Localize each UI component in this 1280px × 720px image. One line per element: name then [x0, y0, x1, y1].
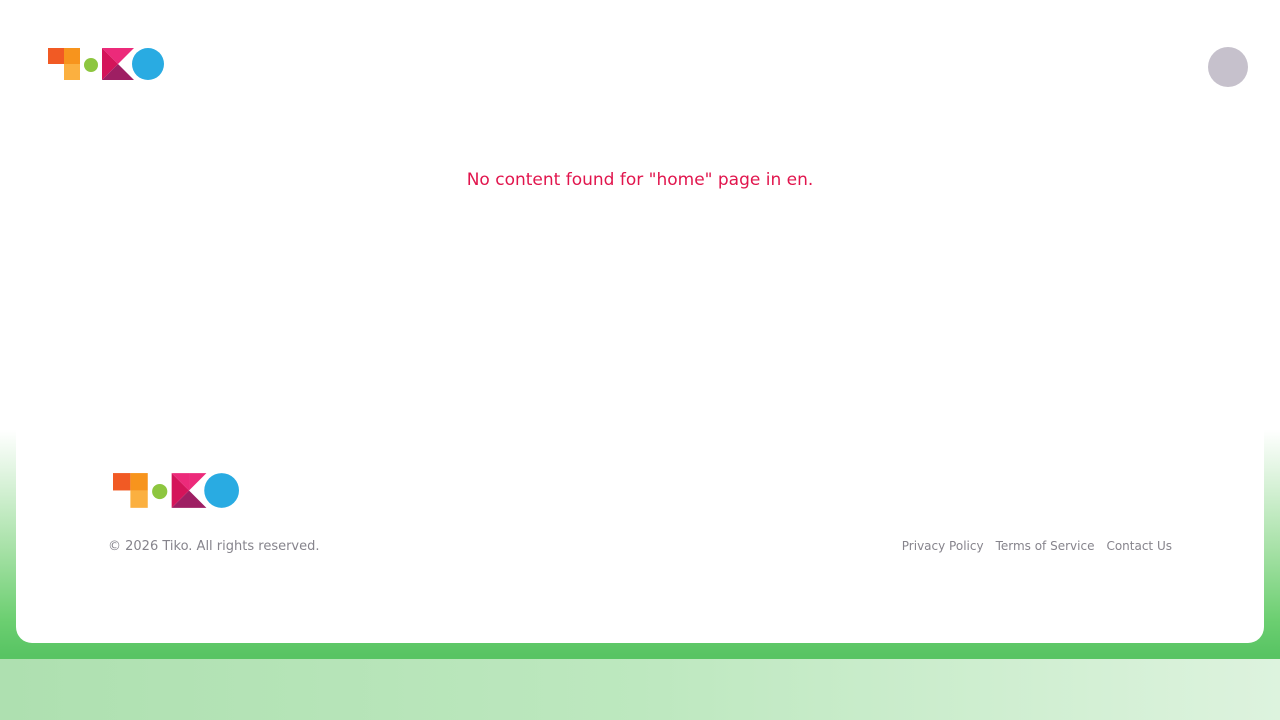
header-logo[interactable]: [48, 48, 164, 81]
privacy-policy-link[interactable]: Privacy Policy: [902, 538, 984, 554]
tiko-logo-icon: [48, 48, 164, 80]
copyright-text: © 2026 Tiko. All rights reserved.: [108, 539, 320, 554]
footer: © 2026 Tiko. All rights reserved. Privac…: [16, 430, 1264, 643]
page: No content found for "home" page in en. …: [0, 0, 1280, 720]
no-content-message: No content found for "home" page in en.: [466, 170, 814, 190]
avatar[interactable]: [1208, 47, 1248, 87]
terms-of-service-link[interactable]: Terms of Service: [996, 538, 1095, 554]
bottom-band: [0, 659, 1280, 720]
tiko-logo-icon: [113, 473, 239, 508]
footer-links: Privacy Policy Terms of Service Contact …: [902, 538, 1172, 554]
footer-logo: [113, 473, 239, 509]
contact-us-link[interactable]: Contact Us: [1106, 538, 1172, 554]
